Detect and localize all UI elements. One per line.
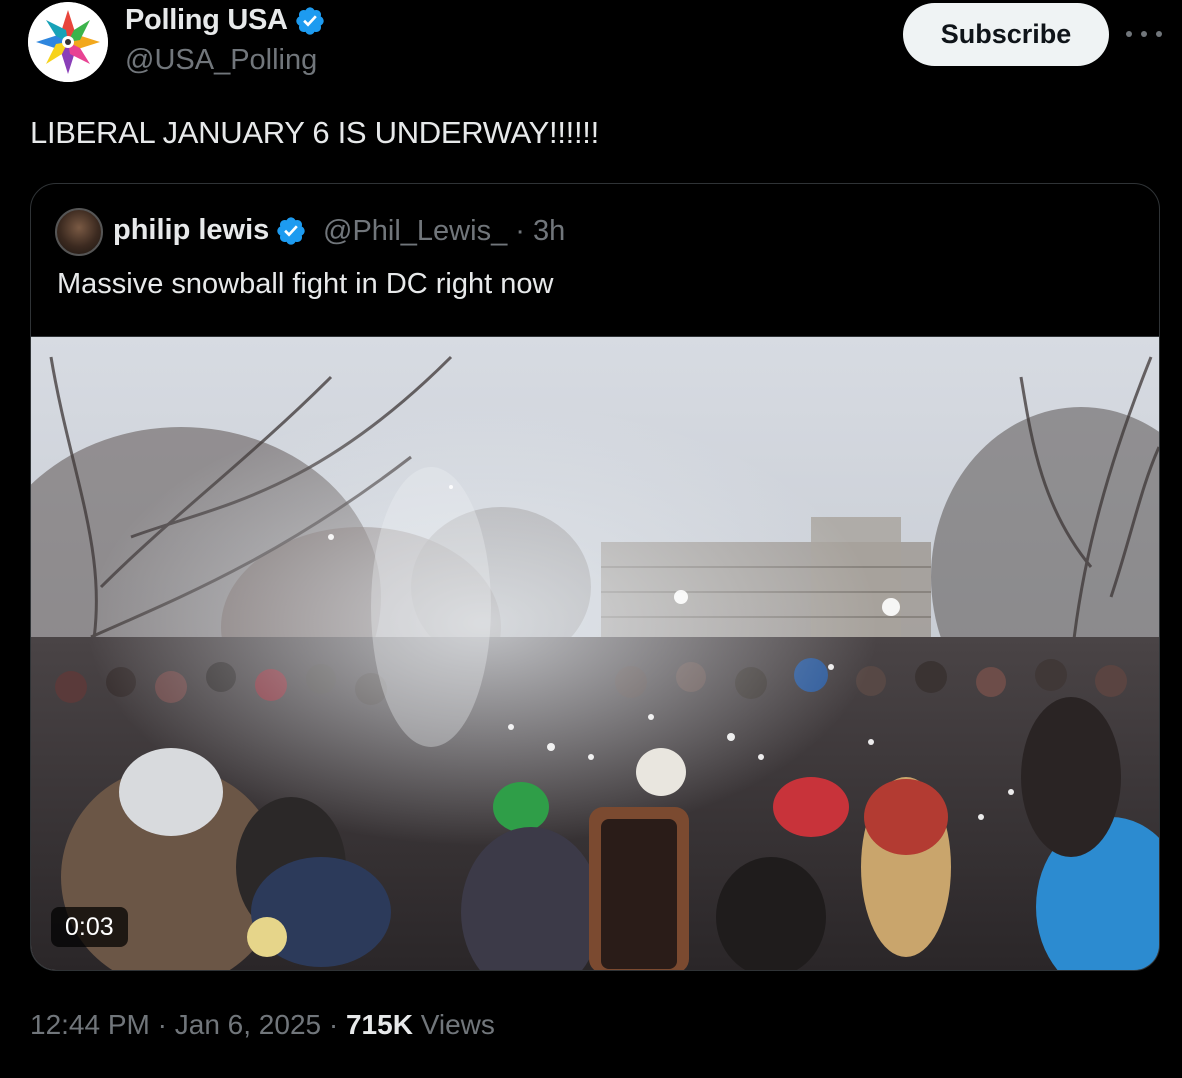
views-count[interactable]: 715K: [346, 1009, 413, 1040]
verified-badge-icon: [277, 216, 305, 245]
tweet-detail: Polling USA @USA_Polling Subscribe LIBER…: [0, 0, 1182, 1078]
quoted-author-name[interactable]: philip lewis: [113, 214, 307, 247]
author-name-text[interactable]: Polling USA: [125, 4, 288, 37]
author-handle[interactable]: @USA_Polling: [125, 44, 317, 77]
snowball-fight-video-frame: [31, 337, 1159, 970]
timestamp-separator: ·: [328, 1009, 339, 1040]
timestamp-time[interactable]: 12:44 PM: [30, 1009, 150, 1040]
author-avatar[interactable]: [28, 2, 108, 82]
author-name[interactable]: Polling USA: [125, 4, 326, 37]
tweet-text: LIBERAL JANUARY 6 IS UNDERWAY!!!!!!: [30, 115, 599, 150]
quoted-meta: @Phil_Lewis_ · 3h: [323, 215, 565, 248]
video-duration-badge: 0:03: [51, 907, 128, 947]
views-label: Views: [420, 1009, 495, 1040]
timestamp-date[interactable]: Jan 6, 2025: [175, 1009, 321, 1040]
quoted-handle[interactable]: @Phil_Lewis_: [323, 215, 507, 247]
more-dot: [1141, 31, 1147, 37]
more-dot: [1126, 31, 1132, 37]
meta-separator: ·: [515, 215, 525, 247]
quoted-time[interactable]: 3h: [533, 215, 565, 247]
more-dot: [1156, 31, 1162, 37]
quoted-author-avatar[interactable]: [55, 208, 103, 256]
tweet-timestamp: 12:44 PM · Jan 6, 2025 · 715K Views: [30, 1009, 495, 1041]
video-player[interactable]: 0:03: [31, 336, 1159, 970]
quoted-author-name-text[interactable]: philip lewis: [113, 214, 269, 247]
quoted-text: Massive snowball fight in DC right now: [57, 268, 554, 300]
subscribe-button[interactable]: Subscribe: [903, 3, 1109, 66]
star-of-polls-logo-icon: [28, 2, 108, 82]
more-dots-icon[interactable]: [1126, 22, 1162, 46]
quoted-tweet[interactable]: philip lewis @Phil_Lewis_ · 3h Massive s…: [30, 183, 1160, 971]
timestamp-separator: ·: [157, 1009, 167, 1040]
verified-badge-icon: [295, 6, 324, 35]
